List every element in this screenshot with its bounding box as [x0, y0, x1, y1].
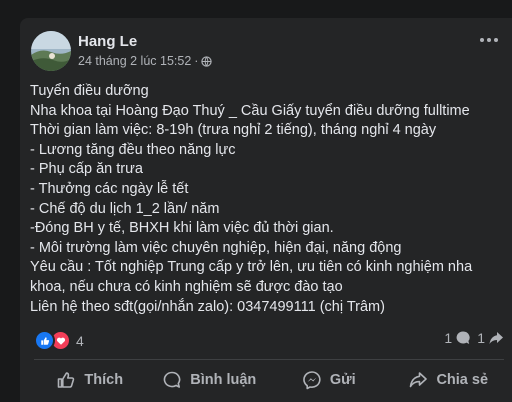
share-label: Chia sẻ [436, 372, 489, 388]
action-bar: Thích Bình luận Gửi Chia sẻ [30, 362, 508, 398]
share-button[interactable]: Chia sẻ [389, 362, 509, 398]
messenger-icon [303, 371, 321, 390]
post-timestamp[interactable]: 24 tháng 2 lúc 15:52 [78, 54, 191, 68]
meta-separator: · [194, 54, 199, 68]
like-button[interactable]: Thích [30, 362, 150, 398]
globe-icon[interactable] [201, 55, 213, 67]
send-button[interactable]: Gửi [269, 362, 389, 398]
like-reaction-icon [34, 330, 55, 351]
avatar-photo [31, 31, 71, 71]
post-line: - Chế độ du lịch 1_2 lần/ năm [30, 200, 220, 217]
shares-counter[interactable]: 1 [477, 330, 504, 346]
comment-bubble-icon [456, 331, 470, 344]
post-line: khoa, nếu chưa có kinh nghiệm sẽ được đà… [30, 278, 343, 295]
post-line: - Môi trường làm việc chuyên nghiệp, hiệ… [30, 239, 402, 256]
engagement-counts: 1 1 [444, 330, 504, 346]
post-line: Thời gian làm việc: 8-19h (trưa nghỉ 2 t… [30, 122, 437, 139]
share-arrow-icon [489, 332, 503, 344]
shares-count: 1 [477, 330, 485, 346]
comments-count: 1 [444, 330, 453, 346]
comment-button[interactable]: Bình luận [150, 362, 270, 398]
divider [34, 359, 504, 360]
post-line: - Phụ cấp ăn trưa [30, 161, 143, 178]
comment-icon [163, 371, 181, 388]
avatar[interactable] [31, 31, 71, 71]
post-line: Tuyển điều dưỡng [30, 83, 149, 99]
post-line: -Đóng BH y tế, BHXH khi làm việc đủ thời… [30, 220, 334, 237]
reactions-summary[interactable]: 4 [34, 330, 84, 351]
post-line: Nha khoa tại Hoàng Đạo Thuý _ Cầu Giấy t… [30, 102, 470, 119]
reactions-count: 4 [76, 332, 84, 349]
comment-label: Bình luận [190, 372, 257, 388]
share-icon [410, 372, 428, 388]
send-label: Gửi [329, 372, 356, 388]
more-options-icon[interactable] [480, 38, 498, 42]
post-line: Yêu cầu : Tốt nghiệp Trung cấp y trở lên… [30, 259, 473, 276]
post-line: Liên hệ theo sđt(gọi/nhắn zalo): 0347499… [30, 298, 385, 315]
post-body: Tuyển điều dưỡng Nha khoa tại Hoàng Đạo … [30, 82, 508, 317]
post-line: - Thưởng các ngày lễ tết [30, 180, 189, 197]
thumbs-up-icon [58, 372, 75, 388]
author-name[interactable]: Hang Le [78, 33, 137, 50]
post-card: Hang Le 24 tháng 2 lúc 15:52 · Tuyển điề… [20, 18, 512, 402]
comments-counter[interactable]: 1 [444, 330, 471, 346]
post-stats: 4 1 1 [34, 328, 504, 351]
like-label: Thích [84, 372, 124, 388]
post-meta: 24 tháng 2 lúc 15:52 · [78, 54, 213, 68]
post-line: - Lương tăng đều theo năng lực [30, 141, 236, 158]
